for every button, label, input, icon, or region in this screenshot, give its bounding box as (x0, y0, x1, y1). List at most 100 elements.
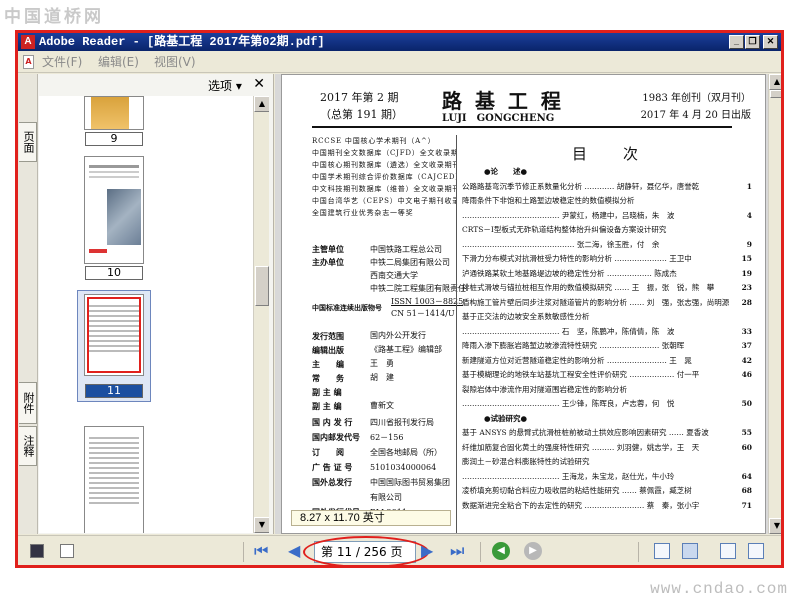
scrollbar-thumb[interactable] (770, 90, 781, 98)
info-value: 有限公司 (370, 493, 402, 502)
document-view[interactable]: 2017 年第 2 期 （总第 191 期） 路 基 工 程 LUJI GONG… (275, 74, 781, 534)
info-label (312, 269, 370, 282)
toc-entry-text: ………………………………… 尹蒙红，杨建中，吕晓楠，朱 波 (462, 210, 675, 220)
info-row: 发行范围 国内外公开发行 (312, 329, 467, 343)
info-row: 广 告 证 号 5101034000064 (312, 460, 467, 475)
distribution-info: 国 内 发 行 四川省报刊发行局 国内邮发代号 62－156 订 阅 全国各地邮局（所） 广… (312, 415, 467, 520)
panel-header: 选项 ▾ ✕ (38, 74, 273, 96)
minimize-button[interactable]: _ (729, 35, 744, 49)
info-label: 订 阅 (312, 447, 344, 457)
toc-title: 目 次 (572, 145, 641, 163)
info-label: 广 告 证 号 (312, 462, 353, 472)
toc-entry: 降雨条件下非饱和土路堑边坡稳定性的数值模拟分析 (462, 194, 752, 209)
toc-page-number: 19 (741, 268, 752, 278)
toc-page-number: 37 (741, 341, 752, 350)
scroll-up-icon[interactable]: ▲ (254, 96, 269, 112)
page-size-indicator: 8.27 x 11.70 英寸 (291, 510, 451, 526)
info-label: 副 主 编 (312, 387, 342, 397)
toc-entry-text: 膨润土－砂混合料膨胀特性的试验研究 (462, 457, 590, 466)
toc-entry: 基于 ANSYS 的悬臂式抗滑桩桩前被动土拱效应影响因素研究 …… 夏香波 55 (462, 426, 752, 441)
toc-entry: 新建隧道方位对近营隧道稳定性的影响分析 …………………… 王 晁 42 (462, 354, 752, 369)
total-issue: （总第 191 期） (320, 108, 403, 121)
toc-entry-text: 纤维加筋复合固化黄土的强度特性研究 ……… 刘羽健，姚志学，王 天 (462, 442, 700, 452)
toc-page-number (734, 223, 752, 238)
page-thumbnail-9[interactable] (84, 96, 144, 130)
toc-entry: CRTS－Ⅰ型板式无砟轨道结构整体抬升纠偏设备方案设计研究 (462, 223, 752, 238)
next-page-icon[interactable]: ▶ (421, 543, 433, 559)
thumbnail-list: 9 10 11 12 ▲ ▼ (39, 96, 269, 533)
info-value: 四川省报刊发行局 (370, 418, 434, 427)
document-scrollbar[interactable]: ▲ ▼ (768, 74, 781, 534)
toc-entry: 凌桥填充剪切黏合料应力吸收层的粘结性能研究 …… 蔡佩霞，臧芝树 68 (462, 484, 752, 499)
pdf-page: 2017 年第 2 期 （总第 191 期） 路 基 工 程 LUJI GONG… (281, 74, 766, 534)
thumbnail-label: 9 (85, 132, 143, 146)
toc-entry: 泸通铁路某软土地基路堤边坡的稳定性分析 ……………… 陈成杰 19 (462, 267, 752, 282)
toc-entry-text: 基于模糊理论的地铁车站基坑工程安全性评价研究 ……………… 付一平 (462, 370, 700, 379)
info-row: 西南交通大学 (312, 269, 467, 282)
toc-page-number: 15 (741, 254, 752, 263)
tab-comments[interactable]: 注释 (19, 426, 37, 466)
last-page-icon[interactable]: ⏭ (450, 543, 464, 559)
toc-entry-text: ……………………………………… 张二海，徐玉胜，付 余 (462, 239, 660, 249)
options-icon[interactable] (60, 544, 74, 558)
thumbnail-scrollbar[interactable]: ▲ ▼ (253, 96, 269, 533)
thumbnail-label: 11 (85, 384, 143, 398)
toc-entry: ……………………………………… 张二海，徐玉胜，付 余 9 (462, 238, 752, 253)
info-label: 主办单位 (312, 257, 344, 267)
tab-attachments[interactable]: 附件 (19, 382, 37, 424)
forward-icon[interactable]: ▶ (524, 542, 542, 560)
toc-entry-text: 裂隙岩体中渗流作用对隧道围岩稳定性的影响分析 (462, 384, 627, 394)
info-value: 曹新文 (370, 401, 394, 410)
issn-number: ISSN 1003－8825 (391, 297, 464, 306)
toc-entry-text: 盾构施工管片壁后同步注浆对隧道管片的影响分析 …… 刘 强，张志强，尚明源 (462, 297, 730, 307)
page-thumbnail-10[interactable] (84, 156, 144, 264)
menu-file[interactable]: 文件(F) (42, 51, 82, 73)
menu-edit[interactable]: 编辑(E) (98, 51, 139, 73)
toc-entry: 下滑力分布模式对抗滑桩受力特性的影响分析 ………………… 王卫中 15 (462, 252, 752, 267)
info-value: 中国铁路工程总公司 (370, 245, 442, 254)
continuous-view-icon[interactable] (682, 543, 698, 559)
single-page-view-icon[interactable] (654, 543, 670, 559)
panel-toggle-icon[interactable] (30, 544, 44, 558)
navigation-toolbar: ⏮ ◀ 第 11 / 256 页 ▶ ⏭ ◀ ▶ (18, 535, 781, 565)
page-thumbnail-12[interactable] (84, 426, 144, 533)
options-menu-button[interactable]: 选项 ▾ (208, 77, 242, 94)
toc-entry-text: ………………………………… 王海龙，朱宝龙，赵仕光，牛小玲 (462, 471, 675, 481)
scrollbar-thumb[interactable] (255, 266, 269, 306)
facing-view-icon[interactable] (720, 543, 736, 559)
restore-button[interactable]: ❐ (745, 35, 760, 49)
info-label (312, 490, 370, 505)
info-row: 国 内 发 行 四川省报刊发行局 (312, 415, 467, 430)
first-page-icon[interactable]: ⏮ (254, 543, 268, 559)
scroll-up-icon[interactable]: ▲ (769, 74, 781, 90)
toc-page-number: 71 (741, 500, 752, 510)
back-icon[interactable]: ◀ (492, 542, 510, 560)
toc-page-number: 60 (741, 442, 752, 452)
toc-entry: ………………………………… 王少锋，陈晖良，卢志蓉，何 悦 50 (462, 397, 752, 412)
reader-window: A Adobe Reader - [路基工程 2017年第02期.pdf] _ … (15, 30, 784, 568)
toc-section-heading: ●试验研究● (484, 413, 528, 423)
menu-view[interactable]: 视图(V) (154, 51, 196, 73)
toc-page-number: 23 (741, 283, 752, 292)
previous-page-icon[interactable]: ◀ (288, 543, 300, 559)
toc-entry: 膨润土－砂混合料膨胀特性的试验研究 (462, 455, 752, 470)
close-button[interactable]: ✕ (763, 35, 778, 49)
page-thumbnail-11[interactable] (84, 294, 144, 376)
issn-label: 中国标准连续出版物号 (312, 303, 382, 312)
toc-entry: 排桩式滑坡与锚拉桩相互作用的数值模拟研究 …… 王 振，张 锐，熊 攀 23 (462, 281, 752, 296)
table-of-contents: ●论 述● 公路路基弯沉季节修正系数量化分析 ………… 胡静轩，聂亿华，唐誉乾 1 降… (462, 165, 752, 513)
indexing-line: 中文科技期刊数据库（维普）全文收录期刊 (312, 185, 457, 193)
publish-date: 2017 年 4 月 20 日出版 (640, 110, 751, 121)
indexing-line: 中国台湾华艺（CEPS）中文电子期刊收录期刊 (312, 197, 457, 205)
panel-close-icon[interactable]: ✕ (253, 76, 265, 92)
toc-entry-text: 泸通铁路某软土地基路堤边坡的稳定性分析 ……………… 陈成杰 (462, 268, 677, 278)
info-value: 中铁二院工程集团有限责任公司 (370, 284, 467, 293)
info-value: 国内外公开发行 (370, 331, 426, 340)
info-label: 国 内 发 行 (312, 417, 353, 427)
scroll-down-icon[interactable]: ▼ (769, 518, 781, 534)
continuous-facing-view-icon[interactable] (748, 543, 764, 559)
scroll-down-icon[interactable]: ▼ (254, 517, 269, 533)
founded-info: 1983 年创刊（双月刊） (642, 93, 751, 104)
tab-pages[interactable]: 页面 (19, 122, 37, 162)
publishing-info: 发行范围 国内外公开发行 编辑出版 《路基工程》编辑部主 编 王 勇常 务 胡 建副 主 … (312, 329, 467, 413)
